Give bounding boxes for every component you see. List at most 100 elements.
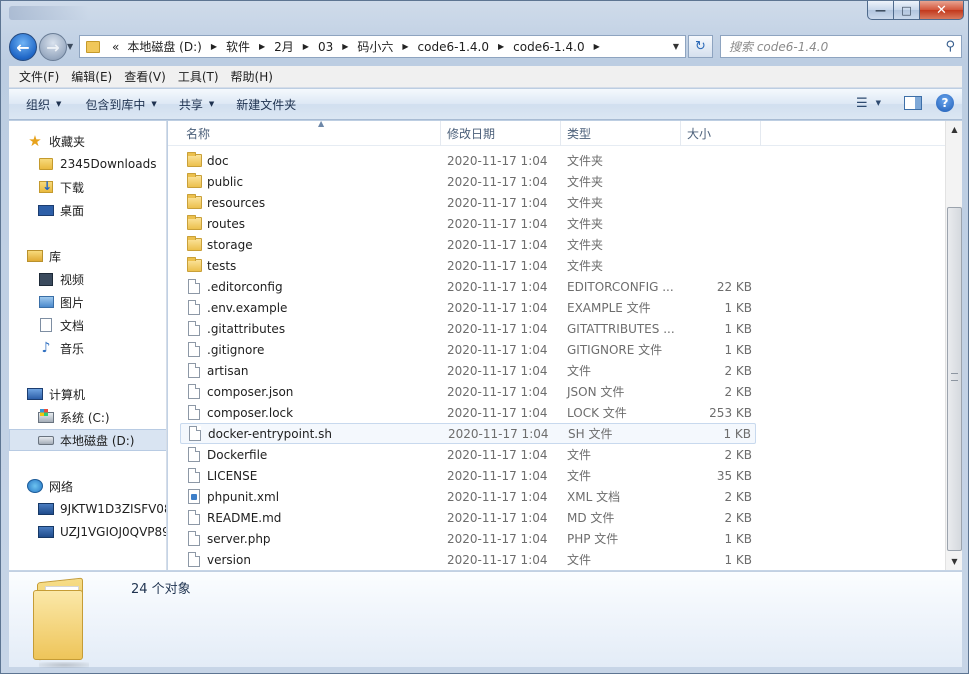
sidebar-item-documents[interactable]: 文档	[9, 314, 166, 336]
sidebar-libraries[interactable]: 库	[9, 245, 166, 267]
chevron-right-icon[interactable]: ▶	[493, 42, 509, 51]
chevron-right-icon[interactable]: ▶	[206, 42, 222, 51]
file-name: .editorconfig	[207, 279, 283, 294]
sidebar-item-2345downloads[interactable]: 2345Downloads	[9, 153, 166, 175]
file-modified-date: 2020-11-17 1:04	[447, 384, 548, 399]
forward-button[interactable]: →	[39, 33, 67, 61]
chevron-right-icon[interactable]: ▶	[337, 42, 353, 51]
folder-row[interactable]: doc 2020-11-17 1:04 文件夹	[180, 150, 756, 171]
sidebar-item-desktop[interactable]: 桌面	[9, 199, 166, 221]
folder-row[interactable]: storage 2020-11-17 1:04 文件夹	[180, 234, 756, 255]
file-row[interactable]: artisan 2020-11-17 1:04 文件 2 KB	[180, 360, 756, 381]
recent-pages-dropdown[interactable]: ▼	[67, 42, 73, 51]
breadcrumb-item[interactable]: 03	[314, 40, 337, 54]
file-size: 22 KB	[716, 279, 752, 294]
breadcrumb-overflow[interactable]: «	[108, 40, 123, 54]
scroll-up-arrow[interactable]: ▲	[946, 121, 963, 138]
folder-row[interactable]: tests 2020-11-17 1:04 文件夹	[180, 255, 756, 276]
menu-edit[interactable]: 编辑(E)	[65, 68, 118, 85]
sidebar-item-downloads[interactable]: 下载	[9, 176, 166, 198]
include-in-library-button[interactable]: 包含到库中 ▼	[76, 96, 165, 113]
breadcrumb-item[interactable]: 软件	[222, 38, 254, 55]
breadcrumb-item[interactable]: 本地磁盘 (D:)	[123, 38, 205, 55]
preview-pane-icon[interactable]	[904, 96, 922, 110]
file-row[interactable]: .env.example 2020-11-17 1:04 EXAMPLE 文件 1 K…	[180, 297, 756, 318]
column-header-name[interactable]: 名称 ▲	[180, 119, 441, 146]
column-header-type[interactable]: 类型	[561, 121, 681, 146]
breadcrumb-item[interactable]: code6-1.4.0	[509, 40, 588, 54]
sidebar-network[interactable]: 网络	[9, 475, 166, 497]
chevron-right-icon[interactable]: ▶	[254, 42, 270, 51]
sidebar-computer[interactable]: 计算机	[9, 383, 166, 405]
address-history-dropdown[interactable]: ▼	[669, 38, 683, 55]
breadcrumb-item[interactable]: 码小六	[353, 38, 397, 55]
new-folder-button[interactable]: 新建文件夹	[227, 96, 305, 113]
scroll-thumb[interactable]	[947, 207, 962, 551]
file-row[interactable]: phpunit.xml 2020-11-17 1:04 XML 文档 2 KB	[180, 486, 756, 507]
file-row[interactable]: .gitattributes 2020-11-17 1:04 GITATTRIBUT…	[180, 318, 756, 339]
folder-row[interactable]: routes 2020-11-17 1:04 文件夹	[180, 213, 756, 234]
help-icon[interactable]: ?	[936, 94, 954, 112]
sidebar-item-label: 2345Downloads	[60, 157, 157, 171]
file-row[interactable]: docker-entrypoint.sh 2020-11-17 1:04 SH 文件…	[180, 423, 756, 444]
organize-button[interactable]: 组织 ▼	[17, 96, 70, 113]
menu-tools[interactable]: 工具(T)	[172, 68, 225, 85]
refresh-button[interactable]: ↻	[688, 35, 713, 58]
star-icon: ★	[28, 132, 42, 150]
file-row[interactable]: composer.lock 2020-11-17 1:04 LOCK 文件 253 K…	[180, 402, 756, 423]
breadcrumb-item[interactable]: 2月	[270, 38, 298, 55]
vertical-scrollbar[interactable]: ▲ ▼	[945, 121, 962, 570]
file-row[interactable]: .editorconfig 2020-11-17 1:04 EDITORCONFIG…	[180, 276, 756, 297]
file-row[interactable]: composer.json 2020-11-17 1:04 JSON 文件 2 KB	[180, 381, 756, 402]
file-row[interactable]: server.php 2020-11-17 1:04 PHP 文件 1 KB	[180, 528, 756, 549]
scroll-down-arrow[interactable]: ▼	[946, 553, 963, 570]
file-modified-date: 2020-11-17 1:04	[447, 363, 548, 378]
chevron-right-icon[interactable]: ▶	[589, 42, 605, 51]
chevron-right-icon[interactable]: ▶	[298, 42, 314, 51]
file-row[interactable]: LICENSE 2020-11-17 1:04 文件 35 KB	[180, 465, 756, 486]
address-bar[interactable]: « 本地磁盘 (D:) ▶ 软件 ▶ 2月 ▶ 03 ▶ 码小六 ▶ code6…	[79, 35, 686, 58]
folder-row[interactable]: public 2020-11-17 1:04 文件夹	[180, 171, 756, 192]
file-name: public	[207, 174, 244, 189]
menu-help[interactable]: 帮助(H)	[225, 68, 279, 85]
file-row[interactable]: Dockerfile 2020-11-17 1:04 文件 2 KB	[180, 444, 756, 465]
sidebar-item-videos[interactable]: 视频	[9, 268, 166, 290]
title-bar[interactable]: — □ ✕	[1, 1, 969, 29]
sidebar-item-label: 本地磁盘 (D:)	[60, 433, 135, 448]
menu-file[interactable]: 文件(F)	[13, 68, 65, 85]
file-row[interactable]: version 2020-11-17 1:04 文件 1 KB	[180, 549, 756, 570]
sidebar-item-network-pc[interactable]: UZJ1VGIOJ0QVP89	[9, 521, 166, 543]
search-icon[interactable]: ⚲	[945, 39, 955, 54]
file-size: 1 KB	[724, 300, 752, 315]
maximize-button[interactable]: □	[894, 1, 920, 20]
sidebar-item-network-pc[interactable]: 9JKTW1D3ZISFV08	[9, 498, 166, 520]
file-list: 名称 ▲ 修改日期 类型 大小 doc 2020-11-17 1:04 文件夹 pub…	[168, 119, 945, 570]
back-button[interactable]: ←	[9, 33, 37, 61]
folder-row[interactable]: resources 2020-11-17 1:04 文件夹	[180, 192, 756, 213]
file-type: GITATTRIBUTES ...	[567, 321, 675, 336]
file-row[interactable]: .gitignore 2020-11-17 1:04 GITIGNORE 文件 1 K…	[180, 339, 756, 360]
close-button[interactable]: ✕	[920, 1, 964, 20]
column-header-size[interactable]: 大小	[681, 121, 761, 146]
window-controls: — □ ✕	[867, 1, 964, 20]
sidebar-item-pictures[interactable]: 图片	[9, 291, 166, 313]
file-modified-date: 2020-11-17 1:04	[447, 468, 548, 483]
sidebar-item-local-disk-d[interactable]: 本地磁盘 (D:)	[9, 429, 166, 451]
search-input[interactable]: 搜索 code6-1.4.0 ⚲	[720, 35, 962, 58]
sidebar-item-label: 网络	[49, 479, 74, 494]
folder-icon	[186, 173, 202, 189]
large-folder-icon	[33, 577, 91, 668]
item-count: 24 个对象	[131, 582, 191, 597]
breadcrumb-item[interactable]: code6-1.4.0	[414, 40, 493, 54]
chevron-right-icon[interactable]: ▶	[397, 42, 413, 51]
column-header-modified[interactable]: 修改日期	[441, 121, 561, 146]
file-size: 1 KB	[724, 552, 752, 567]
sidebar-item-system-c[interactable]: 系统 (C:)	[9, 406, 166, 428]
sidebar-item-music[interactable]: ♪ 音乐	[9, 337, 166, 359]
minimize-button[interactable]: —	[867, 1, 894, 20]
menu-view[interactable]: 查看(V)	[118, 68, 172, 85]
change-view-button[interactable]: ☰ ▼	[856, 96, 894, 111]
file-row[interactable]: README.md 2020-11-17 1:04 MD 文件 2 KB	[180, 507, 756, 528]
share-button[interactable]: 共享 ▼	[170, 96, 223, 113]
sidebar-favorites[interactable]: ★ 收藏夹	[9, 130, 166, 152]
